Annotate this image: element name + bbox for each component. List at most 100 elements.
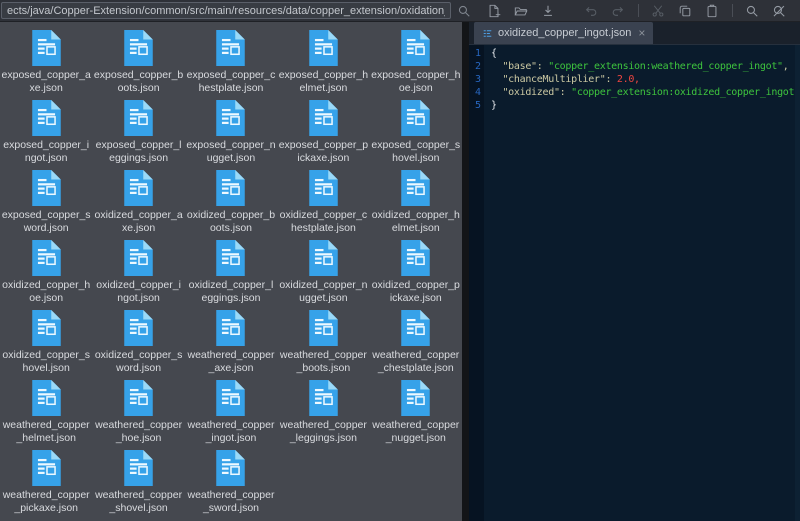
file-item[interactable]: oxidized_copper_helmet.json [370,166,462,236]
file-label: oxidized_copper_sword.json [94,349,183,374]
file-item[interactable]: exposed_copper_hoe.json [370,26,462,96]
json-file-icon [31,99,62,137]
file-label: oxidized_copper_chestplate.json [279,209,368,234]
code-line: "base": "copper_extension:weathered_copp… [502,61,789,72]
json-file-icon [31,379,62,417]
file-item[interactable]: weathered_copper_helmet.json [0,376,92,446]
file-item[interactable]: exposed_copper_pickaxe.json [277,96,369,166]
file-item[interactable]: weathered_copper_hoe.json [92,376,184,446]
file-label: weathered_copper_chestplate.json [372,349,460,374]
file-item[interactable]: weathered_copper_shovel.json [92,446,184,516]
file-item[interactable]: exposed_copper_axe.json [0,26,92,96]
file-label: oxidized_copper_pickaxe.json [371,279,460,304]
file-label: weathered_copper_hoe.json [95,419,183,444]
find-replace-icon [772,4,786,18]
file-item[interactable]: exposed_copper_shovel.json [370,96,462,166]
json-file-icon [123,169,154,207]
json-file-icon [400,309,431,347]
tab-close-icon[interactable]: × [638,26,645,40]
file-item[interactable]: oxidized_copper_sword.json [92,306,184,376]
code-line: { [491,48,497,59]
json-file-icon [31,29,62,67]
code-editor: { "base": "copper_extension:weathered_co… [484,45,800,521]
file-item[interactable]: oxidized_copper_leggings.json [185,236,277,306]
tab-label: oxidized_copper_ingot.json [498,27,632,39]
file-item[interactable]: oxidized_copper_chestplate.json [277,166,369,236]
json-file-icon [215,379,246,417]
file-label: weathered_copper_pickaxe.json [2,489,90,514]
find-replace-button[interactable] [768,1,790,21]
file-item[interactable]: weathered_copper_nugget.json [370,376,462,446]
file-item[interactable]: weathered_copper_axe.json [185,306,277,376]
open-folder-button[interactable] [510,1,532,21]
file-item[interactable]: oxidized_copper_axe.json [92,166,184,236]
path-search-button[interactable] [453,1,475,21]
code-area[interactable]: 1 2 3 4 5 { "base": "copper_extension:weathe… [469,45,800,521]
path-input[interactable] [1,2,451,19]
new-file-button[interactable] [483,1,505,21]
file-label: exposed_copper_sword.json [1,209,91,234]
json-file-icon [400,29,431,67]
file-item[interactable]: exposed_copper_chestplate.json [185,26,277,96]
json-file-icon [215,29,246,67]
file-label: oxidized_copper_shovel.json [2,349,90,374]
file-item[interactable]: exposed_copper_sword.json [0,166,92,236]
file-item[interactable]: weathered_copper_chestplate.json [370,306,462,376]
json-file-icon [215,239,246,277]
file-panel: exposed_copper_axe.json exposed_copper_bo… [0,22,462,521]
find-button[interactable] [741,1,763,21]
redo-icon [611,4,625,18]
code-line: } [491,100,497,111]
file-item[interactable]: weathered_copper_ingot.json [185,376,277,446]
redo-button[interactable] [607,1,629,21]
file-item[interactable]: oxidized_copper_nugget.json [277,236,369,306]
toolbar [0,0,800,22]
file-item[interactable]: oxidized_copper_boots.json [185,166,277,236]
file-label: exposed_copper_pickaxe.json [278,139,369,164]
json-file-icon [31,239,62,277]
file-item[interactable]: exposed_copper_boots.json [92,26,184,96]
paste-button[interactable] [701,1,723,21]
app-window: exposed_copper_axe.jsonexposed_copper_bo… [0,0,800,521]
file-label: weathered_copper_helmet.json [2,419,90,444]
file-label: weathered_copper_ingot.json [187,419,275,444]
json-file-icon [400,239,431,277]
json-file-icon [123,379,154,417]
line-number: 4 [474,87,481,98]
json-file-icon [215,169,246,207]
file-item[interactable]: exposed_copper_ingot.json [0,96,92,166]
file-item[interactable]: weathered_copper_sword.json [185,446,277,516]
json-file-icon [31,169,62,207]
file-item[interactable]: oxidized_copper_pickaxe.json [370,236,462,306]
file-label: exposed_copper_axe.json [1,69,91,94]
file-label: oxidized_copper_nugget.json [279,279,368,304]
file-item[interactable]: exposed_copper_helmet.json [277,26,369,96]
line-number: 3 [474,74,481,85]
json-file-icon [400,99,431,137]
file-item[interactable]: exposed_copper_nugget.json [185,96,277,166]
file-label: exposed_copper_nugget.json [186,139,276,164]
file-item[interactable]: weathered_copper_boots.json [277,306,369,376]
file-item[interactable]: weathered_copper_leggings.json [277,376,369,446]
file-item[interactable]: oxidized_copper_shovel.json [0,306,92,376]
file-label: oxidized_copper_leggings.json [188,279,274,304]
json-file-icon [308,379,339,417]
cut-button[interactable] [647,1,669,21]
file-item[interactable]: weathered_copper_pickaxe.json [0,446,92,516]
undo-button[interactable] [580,1,602,21]
file-label: oxidized_copper_hoe.json [2,279,91,304]
copy-button[interactable] [674,1,696,21]
save-button[interactable] [537,1,559,21]
file-item[interactable]: exposed_copper_leggings.json [92,96,184,166]
file-item[interactable]: oxidized_copper_ingot.json [92,236,184,306]
tab-oxidized-copper-ingot-json[interactable]: oxidized_copper_ingot.json × [474,22,654,44]
json-file-icon [400,169,431,207]
editor-panel: oxidized_copper_ingot.json × 1 2 3 4 5 { "ba… [469,22,800,521]
file-label: weathered_copper_shovel.json [95,489,183,514]
json-file-icon [31,309,62,347]
panel-splitter[interactable] [462,22,469,521]
json-list-icon [482,28,493,39]
json-file-icon [123,449,154,487]
file-item[interactable]: oxidized_copper_hoe.json [0,236,92,306]
editor-scrollbar[interactable] [795,45,800,521]
